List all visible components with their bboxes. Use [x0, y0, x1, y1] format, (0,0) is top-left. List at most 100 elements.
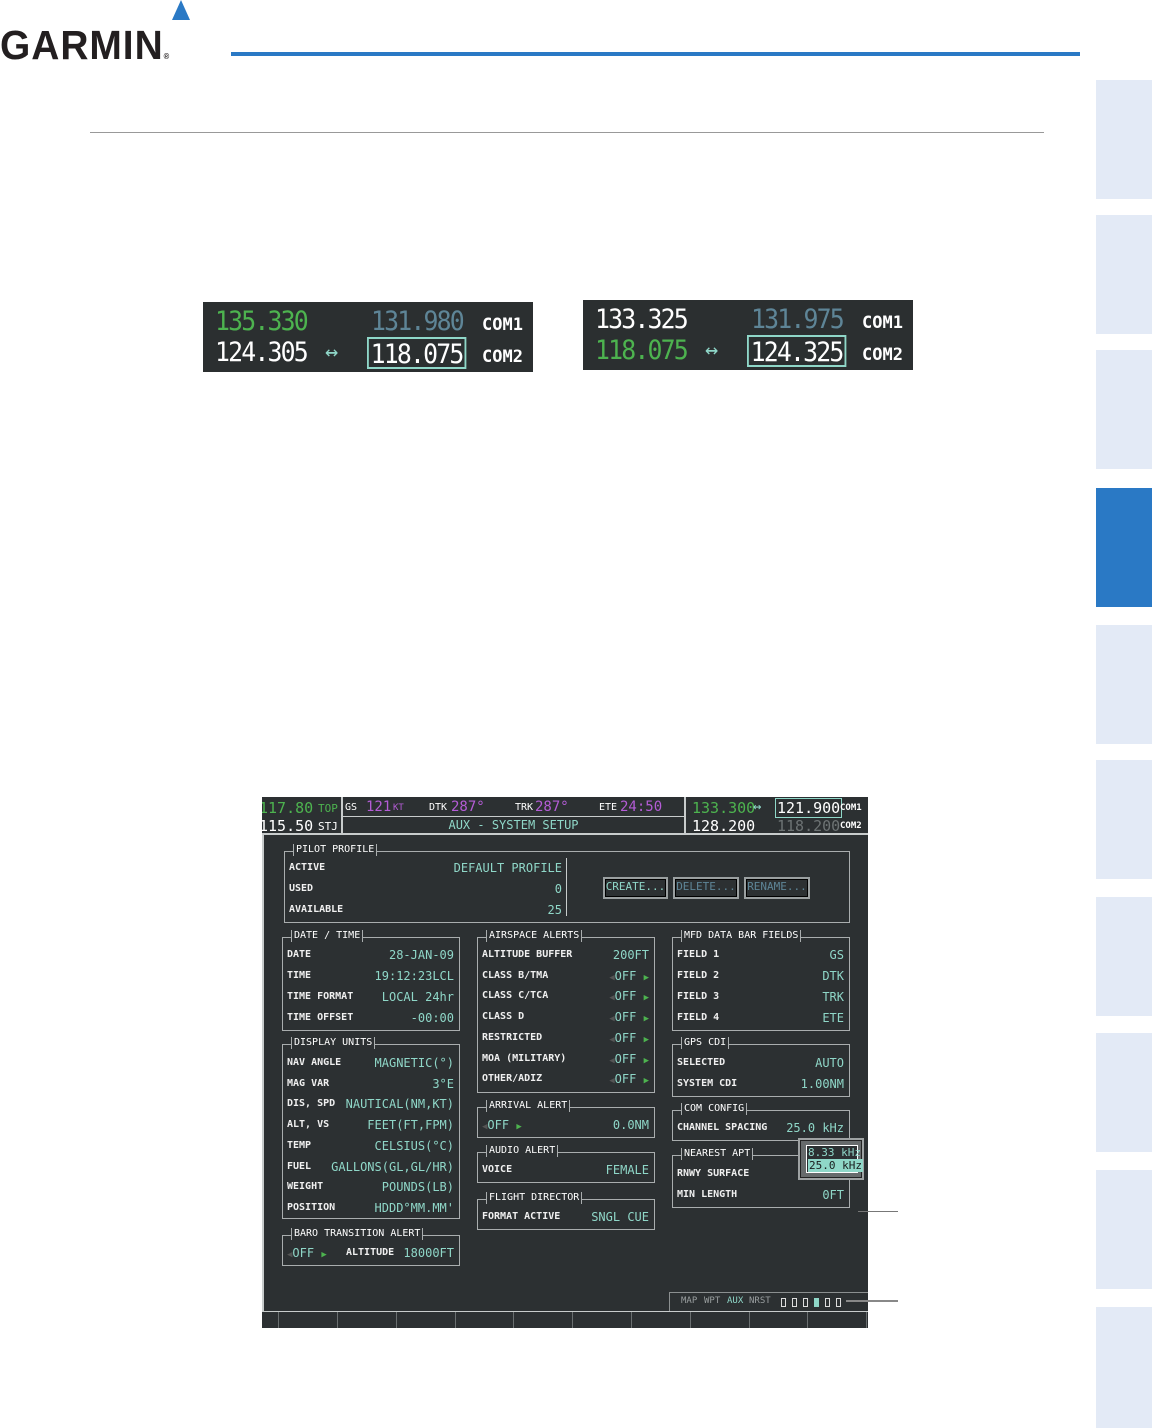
- setting-row[interactable]: DIS, SPD NAUTICAL(NM,KT): [287, 1097, 454, 1111]
- setting-row[interactable]: FIELD 2 DTK: [677, 969, 844, 983]
- element[interactable]: DEFAULT PROFILE: [454, 861, 562, 875]
- setting-row[interactable]: CLASS D ◀OFF ▶: [482, 1010, 649, 1024]
- setting-value: SNGL CUE: [591, 1210, 649, 1224]
- softkey-10[interactable]: [808, 1312, 866, 1328]
- setting-label: ◀OFF ▶: [482, 1118, 522, 1134]
- setting-label: ◀OFF ▶: [287, 1246, 327, 1262]
- softkey-8[interactable]: [691, 1312, 749, 1328]
- setting-row[interactable]: ALTITUDE BUFFER 200FT: [482, 948, 649, 962]
- setting-row[interactable]: FIELD 1 GS: [677, 948, 844, 962]
- setting-value: 25.0 kHz: [786, 1121, 844, 1135]
- setting-row[interactable]: FORMAT ACTIVE SNGL CUE: [482, 1210, 649, 1224]
- softkey-divider: [866, 1312, 867, 1328]
- create-button[interactable]: CREATE...: [603, 877, 668, 899]
- setting-row[interactable]: TIME 19:12:23LCL: [287, 969, 454, 983]
- com2-label: COM2: [840, 821, 862, 831]
- element: [262, 835, 264, 1312]
- section-tab-10[interactable]: [1096, 1307, 1152, 1428]
- nav1-freq: 117.80: [262, 799, 314, 817]
- profile-row-used: USED 0: [289, 882, 562, 896]
- element: USED: [289, 883, 314, 894]
- setting-row[interactable]: NAV ANGLE MAGNETIC(°): [287, 1056, 454, 1070]
- gps-cdi-panel: GPS CDI SELECTED AUTO SYSTEM CDI 1.00NM: [672, 1037, 850, 1097]
- setting-row[interactable]: WEIGHT POUNDS(LB): [287, 1180, 454, 1194]
- section-tab-6[interactable]: [1096, 760, 1152, 879]
- swap-arrow-icon[interactable]: ↔: [753, 799, 761, 815]
- section-tab-1[interactable]: [1096, 80, 1152, 199]
- setting-row[interactable]: MIN LENGTH 0FT: [677, 1188, 844, 1202]
- setting-value: ◀OFF ▶: [609, 1052, 649, 1068]
- baro-transition-alert-panel: BARO TRANSITION ALERT ◀OFF ▶ ALTITUDE 18000…: [282, 1228, 460, 1266]
- com1-standby[interactable]: 121.900: [775, 798, 843, 818]
- setting-value: MAGNETIC(°): [374, 1056, 454, 1070]
- softkey-9[interactable]: [750, 1312, 807, 1328]
- setting-label: TIME FORMAT: [287, 991, 354, 1002]
- element: 135.330: [215, 306, 309, 337]
- nav1-id: TOP: [318, 802, 338, 815]
- arrow-right-icon: ▶: [643, 972, 649, 983]
- com2-standby[interactable]: 118.200: [777, 817, 840, 835]
- arrow-right-icon: ▶: [643, 1034, 649, 1045]
- setting-row[interactable]: FIELD 4 ETE: [677, 1011, 844, 1025]
- softkey-5[interactable]: [514, 1312, 572, 1328]
- setting-row[interactable]: OTHER/ADIZ ◀OFF ▶: [482, 1072, 649, 1086]
- section-tab-2[interactable]: [1096, 215, 1152, 334]
- spacing-option-833[interactable]: 8.33 kHz: [808, 1146, 861, 1159]
- section-divider: [90, 132, 1044, 133]
- setting-row[interactable]: RESTRICTED ◀OFF ▶: [482, 1031, 649, 1045]
- setting-row[interactable]: TEMP CELSIUS(°C): [287, 1139, 454, 1153]
- section-tab-4[interactable]: [1096, 488, 1152, 607]
- section-tab-5[interactable]: [1096, 625, 1152, 744]
- section-tab-3[interactable]: [1096, 350, 1152, 469]
- setting-row[interactable]: FIELD 3 TRK: [677, 990, 844, 1004]
- page-indicator-dot: [781, 1298, 786, 1307]
- setting-row[interactable]: TIME OFFSET -00:00: [287, 1011, 454, 1025]
- setting-row[interactable]: SYSTEM CDI 1.00NM: [677, 1077, 844, 1091]
- setting-row[interactable]: ◀OFF ▶ ALTITUDE 18000FT: [287, 1246, 454, 1260]
- section-tab-8[interactable]: [1096, 1033, 1152, 1152]
- setting-value: ◀OFF ▶: [609, 989, 649, 1005]
- setting-row[interactable]: CHANNEL SPACING 25.0 kHz: [677, 1121, 844, 1135]
- setting-row[interactable]: ALT, VS FEET(FT,FPM): [287, 1118, 454, 1132]
- setting-label: OFF: [614, 1072, 637, 1087]
- header-rule: [231, 52, 1080, 56]
- setting-row[interactable]: MAG VAR 3°E: [287, 1077, 454, 1091]
- setting-label: POSITION: [287, 1201, 336, 1213]
- rename-button[interactable]: RENAME...: [744, 877, 810, 899]
- setting-row[interactable]: POSITION HDDD°MM.MM': [287, 1201, 454, 1215]
- softkey-2[interactable]: [338, 1312, 396, 1328]
- channel-spacing-popup: 8.33 kHz 25.0 kHz: [798, 1138, 864, 1180]
- com2-active[interactable]: 128.200: [692, 817, 755, 835]
- spacing-option-25-selected[interactable]: 25.0 kHz: [808, 1159, 863, 1172]
- element: [684, 797, 686, 835]
- setting-row[interactable]: CLASS C/TCA ◀OFF ▶: [482, 989, 649, 1003]
- softkey-6[interactable]: [573, 1312, 631, 1328]
- section-tab-7[interactable]: [1096, 897, 1152, 1016]
- page-indicator-dot: [825, 1298, 830, 1307]
- softkey-3[interactable]: [397, 1312, 455, 1328]
- softkey-1[interactable]: [279, 1312, 337, 1328]
- panel-title: BARO TRANSITION ALERT: [291, 1228, 424, 1240]
- softkey-4[interactable]: [456, 1312, 513, 1328]
- setting-row[interactable]: MOA (MILITARY) ◀OFF ▶: [482, 1052, 649, 1066]
- setting-row[interactable]: DATE 28-JAN-09: [287, 948, 454, 962]
- element: ACTIVE: [289, 862, 326, 873]
- delete-button[interactable]: DELETE...: [673, 877, 739, 899]
- setting-label: FIELD 2: [677, 970, 720, 981]
- setting-row[interactable]: TIME FORMAT LOCAL 24hr: [287, 990, 454, 1004]
- page-group-aux-active: AUX: [727, 1296, 744, 1306]
- com1-active[interactable]: 133.300: [692, 799, 755, 817]
- setting-row[interactable]: SELECTED AUTO: [677, 1056, 844, 1070]
- arrow-right-icon: ▶: [643, 1076, 649, 1087]
- setting-row[interactable]: CLASS B/TMA ◀OFF ▶: [482, 969, 649, 983]
- setting-row[interactable]: ◀OFF ▶ 0.0NM: [482, 1118, 649, 1132]
- gs-label: GS: [345, 802, 358, 813]
- section-tab-9[interactable]: [1096, 1170, 1152, 1289]
- panel-title: DATE / TIME: [291, 930, 364, 942]
- setting-row[interactable]: FUEL GALLONS(GL,GL/HR): [287, 1160, 454, 1174]
- ete-label: ETE: [599, 802, 618, 813]
- element: 124.305: [215, 337, 309, 368]
- softkey-7[interactable]: [632, 1312, 690, 1328]
- setting-value: POUNDS(LB): [381, 1180, 454, 1195]
- setting-row[interactable]: VOICE FEMALE: [482, 1163, 649, 1177]
